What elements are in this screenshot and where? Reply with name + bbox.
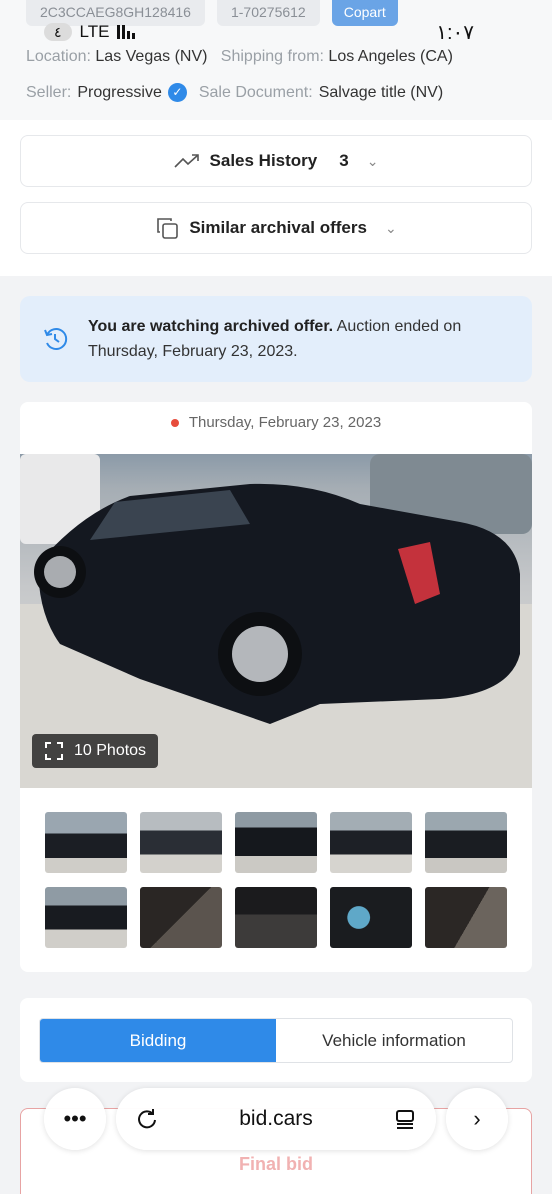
thumbnail[interactable]	[330, 887, 412, 948]
notice-text: You are watching archived offer. Auction…	[88, 314, 488, 364]
final-bid-label: Final bid	[239, 1154, 313, 1174]
thumbnail[interactable]	[425, 887, 507, 948]
seller-row: Seller: Progressive ✓ Sale Document: Sal…	[26, 83, 443, 102]
history-icon	[44, 328, 68, 350]
trend-icon	[173, 154, 199, 168]
seller-label: Seller:	[26, 83, 72, 101]
archived-notice: You are watching archived offer. Auction…	[20, 296, 532, 382]
thumbnail[interactable]	[45, 887, 127, 948]
chevron-down-icon: ⌄	[366, 152, 379, 169]
address-bar[interactable]: bid.cars	[116, 1088, 436, 1150]
status-bar-left: ٤ LTE	[44, 22, 136, 42]
sales-history-label: Sales History	[209, 151, 318, 170]
main-photo[interactable]: 10 Photos	[20, 454, 532, 788]
shipping-label: Shipping from:	[220, 48, 324, 65]
more-icon[interactable]: •••	[44, 1088, 106, 1150]
thumbnail[interactable]	[45, 812, 127, 873]
expanders-section: Sales History 3 ⌄ Similar archival offer…	[0, 120, 552, 276]
sales-history-expander[interactable]: Sales History 3 ⌄	[20, 135, 532, 187]
url-text: bid.cars	[239, 1107, 313, 1130]
similar-offers-label: Similar archival offers	[189, 218, 367, 237]
chevron-down-icon: ⌄	[384, 219, 397, 236]
sale-document-label: Sale Document:	[198, 83, 313, 101]
tabs-card: Bidding Vehicle information	[20, 998, 532, 1082]
lot-number-chip[interactable]: 1-70275612	[216, 0, 320, 26]
thumbnail-grid	[45, 812, 507, 948]
auction-house-chip[interactable]: Copart	[331, 0, 398, 26]
notice-bold: You are watching archived offer.	[88, 318, 334, 335]
photos-count-label: 10 Photos	[74, 742, 147, 759]
thumbnail[interactable]	[140, 887, 222, 948]
location-row: Location: Las Vegas (NV) Shipping from: …	[26, 48, 453, 66]
reader-icon[interactable]	[394, 1108, 416, 1130]
thumbnail[interactable]	[425, 812, 507, 873]
network-pill: ٤	[44, 23, 72, 41]
verified-icon: ✓	[167, 83, 187, 102]
signal-icon	[117, 25, 136, 39]
similar-offers-expander[interactable]: Similar archival offers ⌄	[20, 202, 532, 254]
thumbnail[interactable]	[330, 812, 412, 873]
tab-bidding[interactable]: Bidding	[40, 1019, 276, 1062]
auction-date: Thursday, February 23, 2023	[20, 414, 532, 431]
auction-date-text: Thursday, February 23, 2023	[188, 414, 382, 431]
status-dot	[170, 419, 179, 428]
status-time: ١:٠٧	[436, 22, 474, 44]
copy-icon	[157, 218, 179, 239]
thumbnail[interactable]	[140, 812, 222, 873]
tab-vehicle-information[interactable]: Vehicle information	[276, 1019, 512, 1062]
seller-value[interactable]: Progressive	[77, 84, 161, 102]
sale-document-value: Salvage title (NV)	[318, 83, 444, 101]
gallery-card: Thursday, February 23, 2023 10 Photos	[20, 402, 532, 972]
browser-toolbar: ••• bid.cars ›	[0, 1088, 552, 1150]
network-type: LTE	[79, 22, 110, 41]
thumbnail[interactable]	[235, 887, 317, 948]
location-value: Las Vegas (NV)	[95, 48, 208, 65]
listing-header: 2C3CCAEG8GH128416 1-70275612 Copart ٤ LT…	[0, 0, 552, 120]
shipping-value: Los Angeles (CA)	[328, 48, 453, 65]
tabs: Bidding Vehicle information	[39, 1018, 513, 1063]
fullscreen-icon	[45, 742, 63, 760]
photos-count-button[interactable]: 10 Photos	[32, 734, 159, 768]
forward-icon[interactable]: ›	[446, 1088, 508, 1150]
reload-icon[interactable]	[136, 1108, 158, 1130]
sales-history-count: 3	[339, 151, 349, 170]
thumbnail[interactable]	[235, 812, 317, 873]
location-label: Location:	[26, 48, 91, 65]
